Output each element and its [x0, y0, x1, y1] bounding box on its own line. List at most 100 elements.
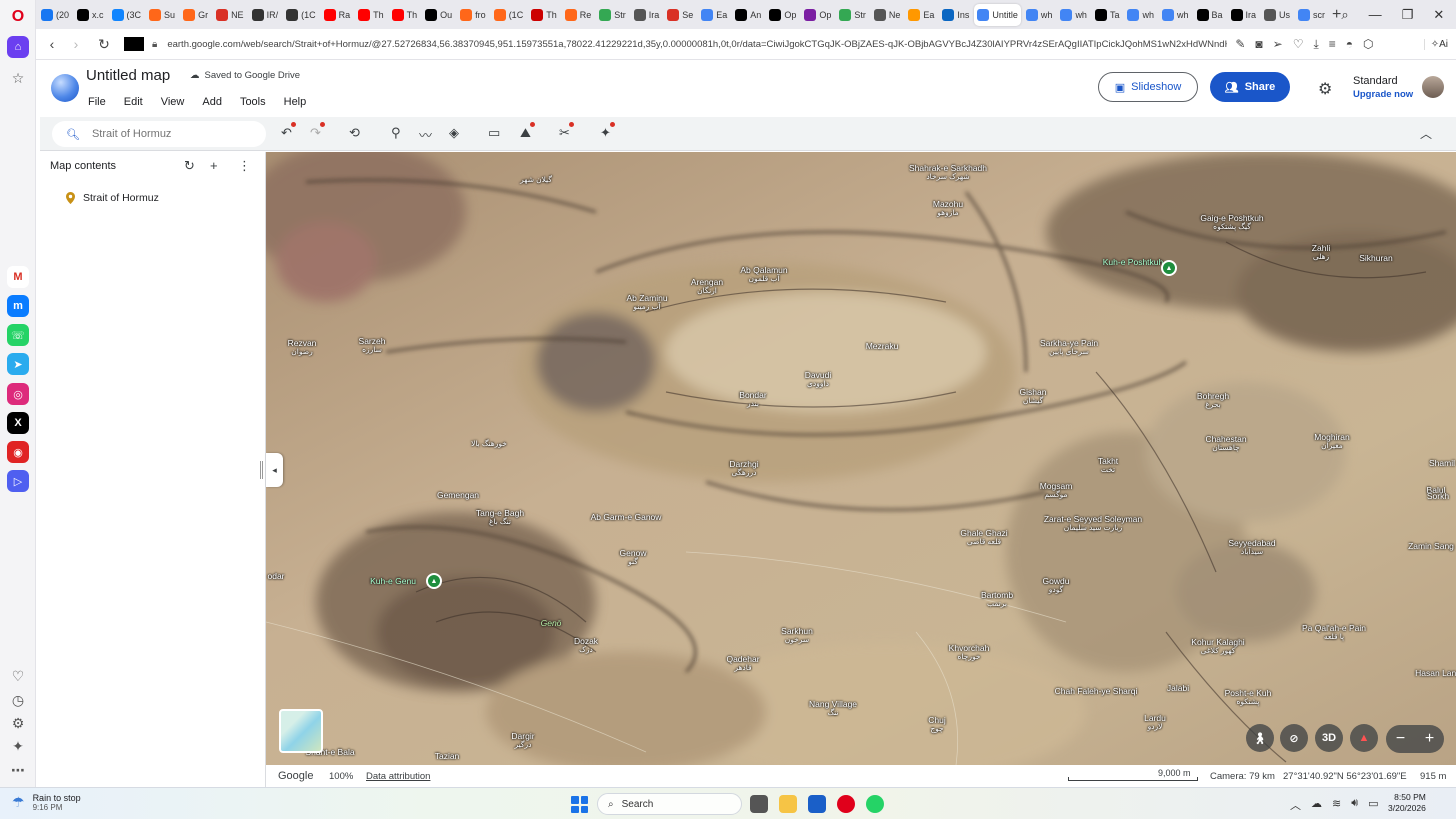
map-place-label[interactable]: Tazian: [435, 751, 460, 761]
google-earth-logo-icon[interactable]: [51, 74, 79, 102]
volume-icon[interactable]: 🔊︎: [1351, 797, 1358, 813]
send-icon[interactable]: ➢: [1273, 37, 1283, 52]
tools-icon[interactable]: ✂: [559, 122, 574, 141]
upgrade-link[interactable]: Upgrade now: [1353, 89, 1413, 100]
battery-icon[interactable]: ▭: [1368, 797, 1378, 813]
collapse-toolbar-icon[interactable]: ︿: [1420, 125, 1432, 142]
new-tab-button[interactable]: +: [1332, 5, 1341, 25]
browser-tab[interactable]: Th: [355, 4, 387, 26]
undo-icon[interactable]: ↶: [281, 122, 296, 141]
browser-tab[interactable]: (3C: [109, 4, 145, 26]
more-icon[interactable]: ⋯: [7, 759, 29, 781]
music-player-icon[interactable]: ◉: [7, 441, 29, 463]
opera-logo-icon[interactable]: O: [7, 6, 29, 28]
browser-tab[interactable]: Ea: [905, 4, 937, 26]
map-place-label[interactable]: Mogsam موگسم: [1040, 481, 1073, 500]
browser-tab[interactable]: An: [732, 4, 764, 26]
ai-sparkle-icon[interactable]: ✦: [600, 122, 615, 141]
browser-tab[interactable]: fro: [457, 4, 489, 26]
browser-tab[interactable]: Ba: [1194, 4, 1226, 26]
opera-taskbar-icon[interactable]: [837, 795, 855, 813]
map-place-label[interactable]: Darzhgi درزهگی: [729, 459, 758, 478]
browser-tab[interactable]: Gr: [180, 4, 211, 26]
map-place-label[interactable]: Qadehar قادهر: [726, 654, 759, 673]
map-place-label[interactable]: Pa Qal'ah-e Pain پا قلعه: [1302, 623, 1366, 642]
map-place-label[interactable]: Sarkhun سرخون: [781, 626, 813, 645]
map-place-label[interactable]: Seyyedabad سیدآباد: [1228, 538, 1275, 557]
browser-tab[interactable]: (20: [38, 4, 72, 26]
map-place-label[interactable]: Khvorchah خورچاه: [949, 643, 990, 662]
draw-path-icon[interactable]: 〰: [419, 125, 432, 144]
chevron-up-icon[interactable]: ︿: [1290, 797, 1301, 813]
task-view-icon[interactable]: [750, 795, 768, 813]
slideshow-button[interactable]: ▣ Slideshow: [1098, 72, 1198, 102]
map-place-label[interactable]: Zahli زهلی: [1312, 243, 1330, 262]
file-explorer-icon[interactable]: [779, 795, 797, 813]
menu-add[interactable]: Add: [202, 96, 222, 108]
map-place-label[interactable]: Mazohu مازوهو: [933, 199, 963, 218]
browser-tab[interactable]: (1C: [283, 4, 319, 26]
map-style-thumbnail[interactable]: [279, 709, 323, 753]
url-field[interactable]: earth.google.com/web/search/Strait+of+Ho…: [167, 39, 1227, 50]
aria-button[interactable]: ✧Ai: [1423, 38, 1448, 50]
browser-tab[interactable]: Th: [528, 4, 560, 26]
pegman-icon[interactable]: 🚶︎: [1246, 724, 1274, 752]
map-place-label[interactable]: Sikhuran: [1359, 253, 1393, 263]
messenger-icon[interactable]: m: [7, 295, 29, 317]
x-icon[interactable]: X: [7, 412, 29, 434]
close-icon[interactable]: ✕: [1433, 7, 1444, 23]
rotate-disabled-icon[interactable]: ⊘: [1280, 724, 1308, 752]
map-place-label[interactable]: Kuh-e Genu: [370, 576, 416, 586]
layers-icon[interactable]: ◈: [449, 125, 459, 141]
map-place-label[interactable]: Sarzeh سارزه: [359, 336, 386, 355]
browser-tab[interactable]: Ira: [631, 4, 663, 26]
gmail-icon[interactable]: M: [7, 266, 29, 288]
map-place-label[interactable]: Nang Village ننگ: [809, 699, 857, 718]
map-place-label[interactable]: Shamil: [1429, 458, 1455, 468]
browser-tab[interactable]: (1C: [491, 4, 527, 26]
data-attribution-link[interactable]: Data attribution: [366, 771, 430, 782]
map-place-label[interactable]: Bondar بندر: [739, 390, 766, 409]
browser-tab[interactable]: wh: [1023, 4, 1056, 26]
cloud-icon[interactable]: ☁: [1311, 797, 1322, 813]
map-place-label[interactable]: Tang-e Bagh تنگ باغ: [476, 508, 524, 527]
forward-icon[interactable]: ›: [64, 36, 88, 52]
tab-search-icon[interactable]: ⌕: [1341, 7, 1348, 23]
whatsapp-taskbar-icon[interactable]: [866, 795, 884, 813]
heart-icon[interactable]: ♡: [7, 665, 29, 687]
map-place-label[interactable]: Zarat-e Seyyed Soleyman زیارت سید سلیمان: [1044, 514, 1142, 533]
camera-icon[interactable]: ◙: [1255, 37, 1262, 52]
refresh-icon[interactable]: ↻: [184, 158, 195, 174]
menu-edit[interactable]: Edit: [124, 96, 143, 108]
map-place-label[interactable]: گیلان شهر: [520, 175, 552, 184]
restore-icon[interactable]: ❐: [1402, 7, 1414, 23]
browser-tab[interactable]: Op: [801, 4, 834, 26]
player-icon[interactable]: ▷: [7, 470, 29, 492]
map-place-label[interactable]: Gaig-e Poshtkuh گیگ پشتکوه: [1200, 213, 1263, 232]
share-button[interactable]: 👥︎ Share: [1210, 72, 1290, 102]
panel-resize-handle[interactable]: [260, 461, 263, 479]
browser-tab[interactable]: IR/: [249, 4, 282, 26]
map-place-label[interactable]: Ab Garm-e Ganow: [591, 512, 662, 522]
map-place-label[interactable]: Genō: [541, 618, 562, 628]
history-icon[interactable]: ◷: [7, 689, 29, 711]
map-place-label[interactable]: Bartomb برتمب: [981, 590, 1013, 609]
map-place-label[interactable]: Sarkha-ye Pain سرخای پایین: [1040, 338, 1098, 357]
browser-tab[interactable]: Ra: [321, 4, 354, 26]
mountain-peak-icon[interactable]: ▲: [426, 573, 442, 589]
download-icon[interactable]: ⤓: [1313, 37, 1318, 52]
browser-tab[interactable]: Ta: [1092, 4, 1123, 26]
zoom-out-button[interactable]: −: [1396, 730, 1405, 748]
settings-gear-icon[interactable]: ⚙: [1318, 79, 1332, 99]
map-place-label[interactable]: Bohregh بحرغ: [1197, 391, 1229, 410]
wifi-icon[interactable]: ≋: [1332, 797, 1341, 813]
elevation-profile-icon[interactable]: ⛰: [520, 122, 535, 141]
menu-file[interactable]: File: [88, 96, 106, 108]
map-place-label[interactable]: Arengan ارنگان: [691, 277, 723, 296]
map-place-label[interactable]: Rezvan رضوان: [288, 338, 317, 357]
browser-tab[interactable]: Untitle: [974, 3, 1021, 26]
map-place-label[interactable]: Kohur Kalaghi کهور کلاغی: [1191, 637, 1244, 656]
browser-tab[interactable]: Th: [389, 4, 421, 26]
map-place-label[interactable]: Zamin Sang: [1408, 541, 1454, 551]
map-place-label[interactable]: Chuj چوج: [928, 715, 945, 734]
